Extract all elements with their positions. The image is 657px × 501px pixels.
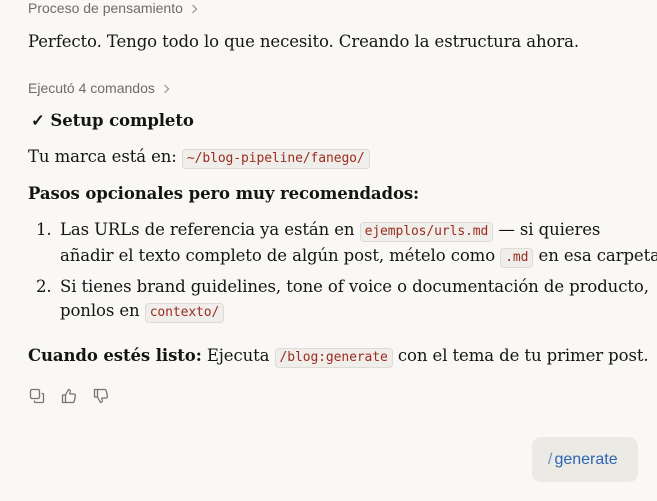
ready-text: Ejecuta	[201, 346, 275, 365]
commands-toggle[interactable]: Ejecutó 4 comandos	[28, 80, 170, 96]
setup-heading: ✓ Setup completo	[31, 109, 194, 133]
list-item: 1. Las URLs de referencia ya están en ej…	[28, 218, 657, 270]
generate-command-code: /blog:generate	[274, 348, 393, 368]
list-number: 2.	[36, 277, 52, 296]
chip-label: generate	[554, 450, 618, 468]
ready-text: con el tema de tu primer post.	[392, 346, 649, 365]
urls-file-code: ejemplos/urls.md	[359, 222, 494, 242]
thinking-label: Proceso de pensamiento	[28, 0, 183, 16]
brand-line: Tu marca está en: ~/blog-pipeline/fanego…	[28, 145, 370, 171]
commands-label: Ejecutó 4 comandos	[28, 80, 155, 96]
setup-label: Setup completo	[50, 111, 194, 130]
step-text: añadir el texto completo de algún post, …	[60, 246, 501, 265]
generate-command-chip[interactable]: / generate	[532, 437, 638, 482]
thinking-toggle[interactable]: Proceso de pensamiento	[28, 0, 198, 16]
message-actions	[28, 387, 110, 405]
thumbs-down-icon[interactable]	[92, 387, 110, 405]
steps-list: 1. Las URLs de referencia ya están en ej…	[28, 218, 657, 330]
ready-bold: Cuando estés listo:	[28, 346, 202, 365]
copy-icon[interactable]	[28, 387, 46, 405]
step-text: Las URLs de referencia ya están en	[60, 220, 360, 239]
chevron-right-icon	[160, 84, 170, 94]
list-number: 1.	[36, 220, 52, 239]
md-extension-code: .md	[500, 248, 534, 268]
step-text: Si tienes brand guidelines, tone of voic…	[60, 277, 649, 296]
chip-slash: /	[548, 450, 553, 468]
list-item: 2. Si tienes brand guidelines, tone of v…	[28, 275, 649, 325]
optional-heading: Pasos opcionales pero muy recomendados:	[28, 184, 420, 203]
intro-text: Perfecto. Tengo todo lo que necesito. Cr…	[28, 32, 580, 51]
step-text: en esa carpeta	[533, 246, 657, 265]
step-text: ponlos en	[60, 301, 145, 320]
brand-prefix: Tu marca está en:	[28, 147, 182, 166]
brand-path-code: ~/blog-pipeline/fanego/	[181, 149, 370, 169]
thumbs-up-icon[interactable]	[60, 387, 78, 405]
check-icon: ✓	[31, 111, 45, 130]
step-text: — si quieres	[493, 220, 601, 239]
chevron-right-icon	[188, 4, 198, 14]
ready-line: Cuando estés listo: Ejecuta /blog:genera…	[28, 344, 649, 370]
context-folder-code: contexto/	[144, 303, 225, 323]
